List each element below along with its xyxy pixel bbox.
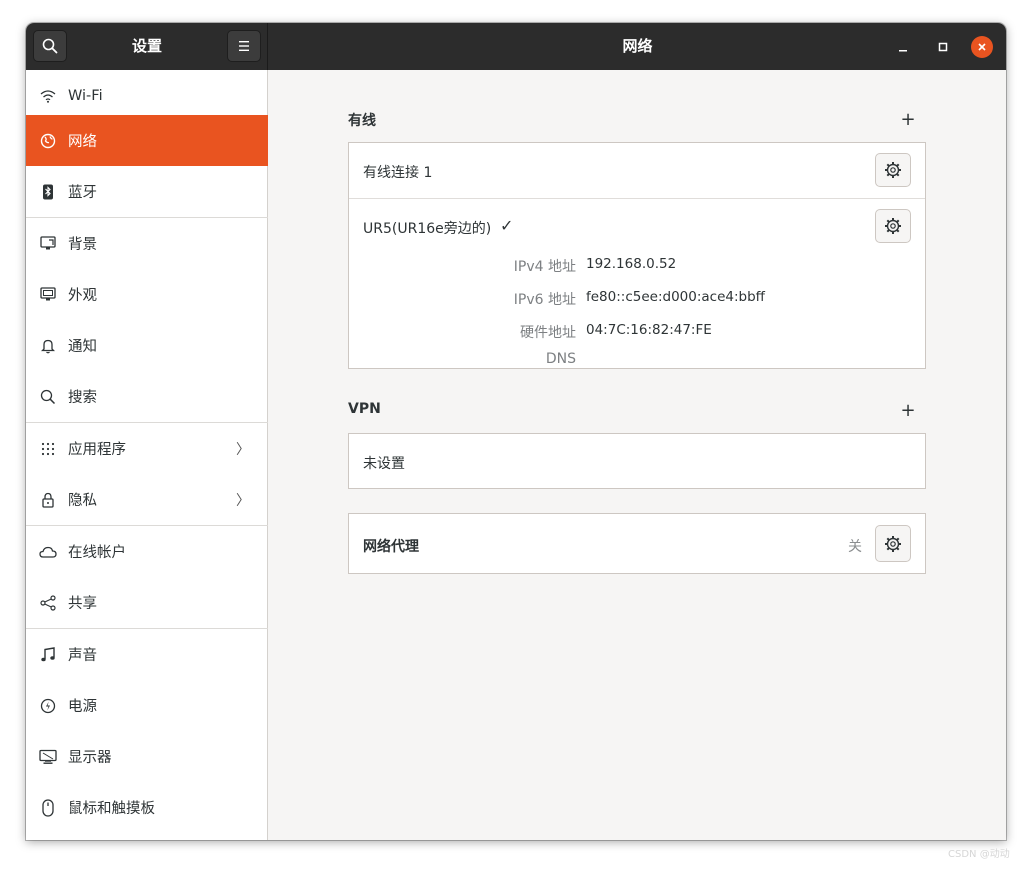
sidebar-item-online-accounts[interactable]: 在线帐户 bbox=[26, 526, 268, 577]
wired-connection-row[interactable]: 有线连接 1 bbox=[349, 143, 925, 198]
hamburger-menu-icon bbox=[239, 41, 249, 51]
hardware-address-label: 硬件地址 bbox=[520, 325, 576, 341]
sidebar-item-label: 共享 bbox=[68, 596, 97, 612]
sidebar-item-privacy[interactable]: 隐私 〉 bbox=[26, 474, 268, 525]
active-connection-row[interactable]: UR5(UR16e旁边的) ✓ IPv4 地址 192.168.0.52 IPv… bbox=[349, 199, 925, 369]
sidebar-item-label: 通知 bbox=[68, 339, 97, 355]
sidebar-item-label: 隐私 bbox=[68, 493, 97, 509]
active-connection-name: UR5(UR16e旁边的) bbox=[363, 221, 492, 237]
vpn-section-title: VPN bbox=[348, 401, 381, 417]
background-icon bbox=[39, 235, 57, 253]
cloud-icon bbox=[39, 543, 57, 561]
wired-frame: 有线连接 1 UR5(UR16e旁边的) ✓ IPv4 地址 192.168.0… bbox=[348, 142, 926, 369]
sidebar-item-displays[interactable]: 显示器 bbox=[26, 731, 268, 782]
sidebar-item-appearance[interactable]: 外观 bbox=[26, 269, 268, 320]
sidebar-item-label: 电源 bbox=[68, 699, 97, 715]
search-icon bbox=[42, 38, 58, 54]
ipv6-label: IPv6 地址 bbox=[513, 292, 576, 308]
sidebar-item-label: 在线帐户 bbox=[68, 545, 126, 561]
sidebar-item-label: 声音 bbox=[68, 648, 97, 664]
music-note-icon bbox=[39, 646, 57, 664]
sidebar-item-mouse-touchpad[interactable]: 鼠标和触摸板 bbox=[26, 782, 268, 833]
wired-section-title: 有线 bbox=[348, 113, 376, 129]
sidebar-item-label: 蓝牙 bbox=[68, 185, 97, 201]
sidebar-item-label: 显示器 bbox=[68, 750, 112, 766]
settings-window: 设置 网络 Wi-Fi 网络 蓝牙 背景 外观 通知 搜索 应用程序 〉 隐私 … bbox=[26, 23, 1006, 840]
maximize-icon bbox=[938, 42, 948, 52]
wired-connection-name: 有线连接 1 bbox=[363, 165, 433, 181]
gear-icon bbox=[885, 218, 901, 234]
ipv6-value: fe80::c5ee:d000:ace4:bbff bbox=[586, 289, 765, 305]
sidebar-item-applications[interactable]: 应用程序 〉 bbox=[26, 423, 268, 474]
vpn-frame: 未设置 bbox=[348, 433, 926, 489]
vpn-status: 未设置 bbox=[363, 456, 405, 472]
maximize-button[interactable] bbox=[931, 35, 955, 59]
sidebar-item-label: 外观 bbox=[68, 288, 97, 304]
bluetooth-icon bbox=[39, 183, 57, 201]
proxy-settings-button[interactable] bbox=[875, 525, 911, 562]
wifi-icon bbox=[39, 87, 57, 105]
header-left-pane: 设置 bbox=[26, 23, 268, 70]
sidebar-item-label: 网络 bbox=[68, 134, 97, 150]
wired-connection-settings-button[interactable] bbox=[875, 153, 911, 187]
sidebar-item-background[interactable]: 背景 bbox=[26, 218, 268, 269]
checkmark-icon: ✓ bbox=[500, 216, 514, 235]
watermark: CSDN @动动 bbox=[948, 849, 1010, 860]
mouse-icon bbox=[39, 798, 57, 817]
proxy-state: 关 bbox=[848, 539, 862, 555]
proxy-frame[interactable]: 网络代理 关 bbox=[348, 513, 926, 574]
menu-button[interactable] bbox=[227, 30, 261, 62]
minimize-icon bbox=[899, 50, 907, 52]
share-icon bbox=[39, 594, 57, 612]
network-globe-icon bbox=[39, 132, 57, 150]
proxy-title: 网络代理 bbox=[363, 539, 419, 555]
settings-title: 设置 bbox=[131, 37, 162, 55]
sidebar-item-label: 鼠标和触摸板 bbox=[68, 801, 155, 817]
sidebar-item-wifi[interactable]: Wi-Fi bbox=[26, 70, 268, 121]
sidebar-item-label: Wi-Fi bbox=[68, 87, 103, 104]
search-icon bbox=[39, 388, 57, 406]
bell-icon bbox=[39, 337, 57, 355]
chevron-right-icon: 〉 bbox=[236, 492, 250, 509]
appearance-icon bbox=[39, 286, 57, 304]
apps-grid-icon bbox=[39, 440, 57, 458]
sidebar-item-power[interactable]: 电源 bbox=[26, 680, 268, 731]
power-icon bbox=[39, 697, 57, 715]
sidebar-item-network[interactable]: 网络 bbox=[26, 115, 268, 166]
close-button[interactable] bbox=[971, 36, 993, 58]
sidebar-item-bluetooth[interactable]: 蓝牙 bbox=[26, 166, 268, 217]
dns-label: DNS bbox=[545, 351, 576, 367]
sidebar-item-label: 搜索 bbox=[68, 390, 97, 406]
sidebar-item-sharing[interactable]: 共享 bbox=[26, 577, 268, 628]
add-vpn-button[interactable]: + bbox=[900, 400, 916, 421]
close-icon bbox=[978, 43, 986, 51]
gear-icon bbox=[885, 535, 901, 552]
ipv4-value: 192.168.0.52 bbox=[586, 256, 677, 272]
sidebar-item-label: 背景 bbox=[68, 237, 97, 253]
sidebar-item-search[interactable]: 搜索 bbox=[26, 371, 268, 422]
display-icon bbox=[39, 748, 57, 766]
add-wired-button[interactable]: + bbox=[900, 109, 916, 130]
hardware-address-value: 04:7C:16:82:47:FE bbox=[586, 322, 712, 338]
sidebar-item-label: 应用程序 bbox=[68, 442, 126, 458]
gear-icon bbox=[885, 162, 901, 178]
active-connection-settings-button[interactable] bbox=[875, 209, 911, 243]
ipv4-label: IPv4 地址 bbox=[513, 259, 576, 275]
header-bar: 设置 网络 bbox=[26, 23, 1006, 70]
sidebar: Wi-Fi 网络 蓝牙 背景 外观 通知 搜索 应用程序 〉 隐私 〉 在线帐户… bbox=[26, 70, 268, 840]
sidebar-item-notifications[interactable]: 通知 bbox=[26, 320, 268, 371]
sidebar-item-sound[interactable]: 声音 bbox=[26, 629, 268, 680]
lock-icon bbox=[39, 491, 57, 509]
chevron-right-icon: 〉 bbox=[236, 441, 250, 458]
search-button[interactable] bbox=[33, 30, 67, 62]
minimize-button[interactable] bbox=[891, 35, 915, 59]
